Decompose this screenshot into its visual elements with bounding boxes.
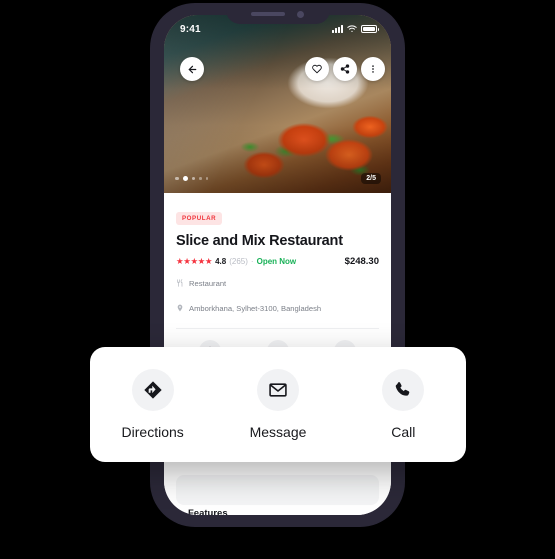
rating-price-row: ★★★★★ 4.8 (265) · Open Now $248.30 [176,256,379,267]
zoom-action-label: Message [249,424,307,440]
map-pin-icon [176,299,184,317]
device-notch [225,4,330,24]
back-button[interactable] [180,57,204,81]
favorite-button[interactable] [305,57,329,81]
zoom-action-message[interactable]: Message [215,369,340,440]
cellular-signal-icon [332,25,343,33]
wifi-icon [347,20,357,38]
zoom-action-label: Directions [121,424,184,440]
address-row: Amborkhana, Sylhet-3100, Bangladesh [176,299,379,317]
carousel-pagination-dots[interactable] [175,176,208,181]
battery-full-icon [361,25,379,33]
zoom-action-directions[interactable]: Directions [90,369,215,440]
phone-icon [382,369,425,411]
hero-image-carousel[interactable]: 2/5 [164,15,391,193]
carousel-counter: 2/5 [361,173,381,184]
carousel-dot[interactable] [199,177,202,180]
popular-badge: POPULAR [176,212,223,225]
quick-actions-zoom-card: Directions Message Call [90,347,466,462]
heart-icon [312,64,322,74]
cutlery-icon [176,274,184,292]
review-count: (265) [229,257,248,266]
status-icons [332,20,379,38]
carousel-dot[interactable] [205,177,208,180]
section-divider [176,328,379,329]
speaker-grille-icon [251,12,285,16]
front-camera-icon [297,10,304,18]
star-rating-icon: ★★★★★ [176,256,213,266]
restaurant-title: Slice and Mix Restaurant [176,233,343,249]
more-options-button[interactable] [361,57,385,81]
status-time: 9:41 [180,23,201,35]
rating-group: ★★★★★ 4.8 (265) · Open Now [176,256,296,267]
more-vertical-icon [368,64,378,74]
rating-value: 4.8 [215,257,227,266]
carousel-dot-active[interactable] [182,176,188,181]
zoom-action-label: Call [391,424,416,440]
category-text: Restaurant [189,278,227,288]
carousel-dot[interactable] [191,176,195,181]
price-value: $248.30 [344,256,379,267]
open-status-badge: Open Now [256,257,297,266]
sheet-tail: Features [176,475,379,515]
zoom-action-call[interactable]: Call [341,369,466,440]
content-placeholder-block [176,475,379,505]
share-icon [340,64,350,74]
features-heading: Features [188,508,228,515]
carousel-dot[interactable] [175,176,179,181]
directions-icon [131,369,174,411]
share-button[interactable] [333,57,357,81]
address-text: Amborkhana, Sylhet-3100, Bangladesh [189,303,322,313]
meta-separator: · [250,257,254,266]
envelope-icon [256,369,299,411]
arrow-left-icon [187,64,198,75]
category-row: Restaurant [176,274,379,292]
